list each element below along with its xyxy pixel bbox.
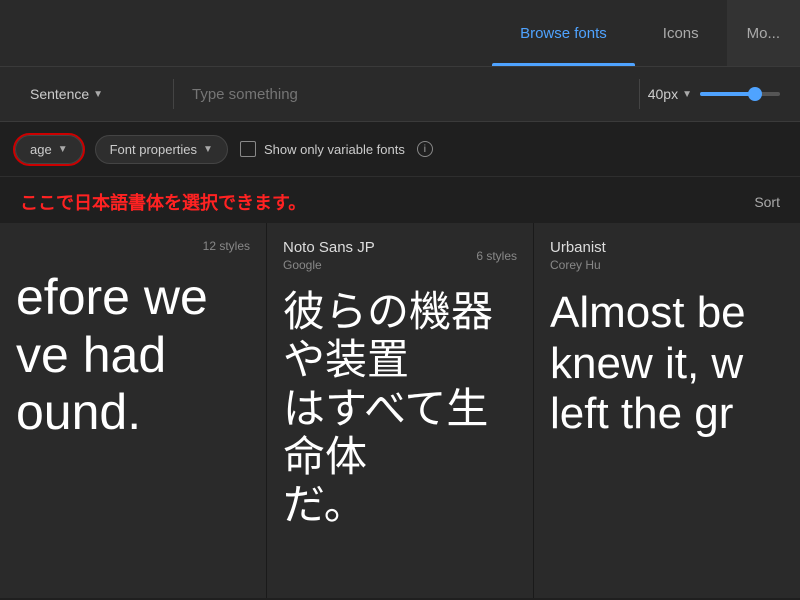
font-card-0-text: efore weve hadound.: [16, 269, 208, 442]
nav-tabs: Browse fonts Icons Mo...: [492, 0, 800, 66]
tab-more[interactable]: Mo...: [727, 0, 800, 66]
font-card-1-meta: Noto Sans JP Google 6 styles: [283, 239, 517, 272]
font-size-slider-fill: [700, 92, 755, 96]
font-card-1-styles: 6 styles: [476, 249, 517, 263]
font-card-0[interactable]: 12 styles efore weve hadound.: [0, 223, 267, 598]
tab-icons[interactable]: Icons: [635, 0, 727, 66]
font-card-2-text: Almost beknew it, wleft the gr: [550, 288, 746, 440]
size-label: 40px: [648, 86, 678, 102]
variable-fonts-label: Show only variable fonts: [264, 142, 405, 157]
filter-row: age ▼ Font properties ▼ Show only variab…: [0, 122, 800, 177]
size-controls: 40px ▼: [648, 86, 800, 102]
size-dropdown-arrow: ▼: [682, 89, 692, 100]
font-card-2-name-section: Urbanist Corey Hu: [550, 239, 606, 272]
sort-label: Sort: [754, 194, 780, 210]
sentence-section: Sentence ▼: [10, 80, 165, 108]
font-cards-area: 12 styles efore weve hadound. Noto Sans …: [0, 223, 800, 598]
font-card-1-name-section: Noto Sans JP Google: [283, 239, 375, 272]
japanese-alert-text: ここで日本語書体を選択できます。: [20, 189, 306, 215]
toolbar-divider: [173, 79, 174, 109]
tab-more-label: Mo...: [747, 25, 780, 42]
font-card-1[interactable]: Noto Sans JP Google 6 styles 彼らの機器や装置はすべ…: [267, 223, 534, 598]
size-dropdown[interactable]: 40px ▼: [648, 86, 692, 102]
font-card-0-styles: 12 styles: [203, 239, 250, 253]
font-properties-label: Font properties: [110, 142, 197, 157]
variable-fonts-checkbox[interactable]: [240, 141, 256, 157]
variable-fonts-checkbox-area[interactable]: Show only variable fonts: [240, 141, 405, 157]
language-dropdown[interactable]: age ▼: [15, 135, 83, 164]
font-card-2-foundry: Corey Hu: [550, 258, 606, 272]
info-icon-text: i: [424, 144, 426, 155]
language-label: age: [30, 142, 52, 157]
font-properties-arrow: ▼: [203, 144, 213, 155]
font-card-1-preview: 彼らの機器や装置はすべて生命体だ。: [283, 278, 517, 582]
sentence-dropdown-arrow: ▼: [93, 89, 103, 100]
font-card-2[interactable]: Urbanist Corey Hu Almost beknew it, wlef…: [534, 223, 800, 598]
info-icon[interactable]: i: [417, 141, 433, 157]
font-card-2-name: Urbanist: [550, 239, 606, 256]
font-card-0-meta: 12 styles: [16, 239, 250, 253]
font-card-2-meta: Urbanist Corey Hu: [550, 239, 784, 272]
tab-browse-fonts[interactable]: Browse fonts: [492, 0, 635, 66]
font-card-0-preview: efore weve hadound.: [16, 259, 250, 582]
font-size-slider-thumb[interactable]: [748, 87, 762, 101]
language-dropdown-arrow: ▼: [58, 144, 68, 155]
tab-browse-fonts-label: Browse fonts: [520, 25, 607, 42]
toolbar-divider-2: [639, 79, 640, 109]
font-card-1-text: 彼らの機器や装置はすべて生命体だ。: [283, 288, 517, 529]
toolbar-row: Sentence ▼ 40px ▼: [0, 67, 800, 122]
type-something-input[interactable]: [182, 86, 631, 103]
alert-row: ここで日本語書体を選択できます。 Sort: [0, 177, 800, 223]
sentence-dropdown[interactable]: Sentence ▼: [20, 80, 113, 108]
font-card-1-name: Noto Sans JP: [283, 239, 375, 256]
font-properties-dropdown[interactable]: Font properties ▼: [95, 135, 228, 164]
sentence-label: Sentence: [30, 86, 89, 102]
font-card-1-foundry: Google: [283, 258, 375, 272]
font-card-2-preview: Almost beknew it, wleft the gr: [550, 278, 784, 582]
tab-icons-label: Icons: [663, 25, 699, 42]
font-size-slider-track[interactable]: [700, 92, 780, 96]
top-nav: Browse fonts Icons Mo...: [0, 0, 800, 67]
